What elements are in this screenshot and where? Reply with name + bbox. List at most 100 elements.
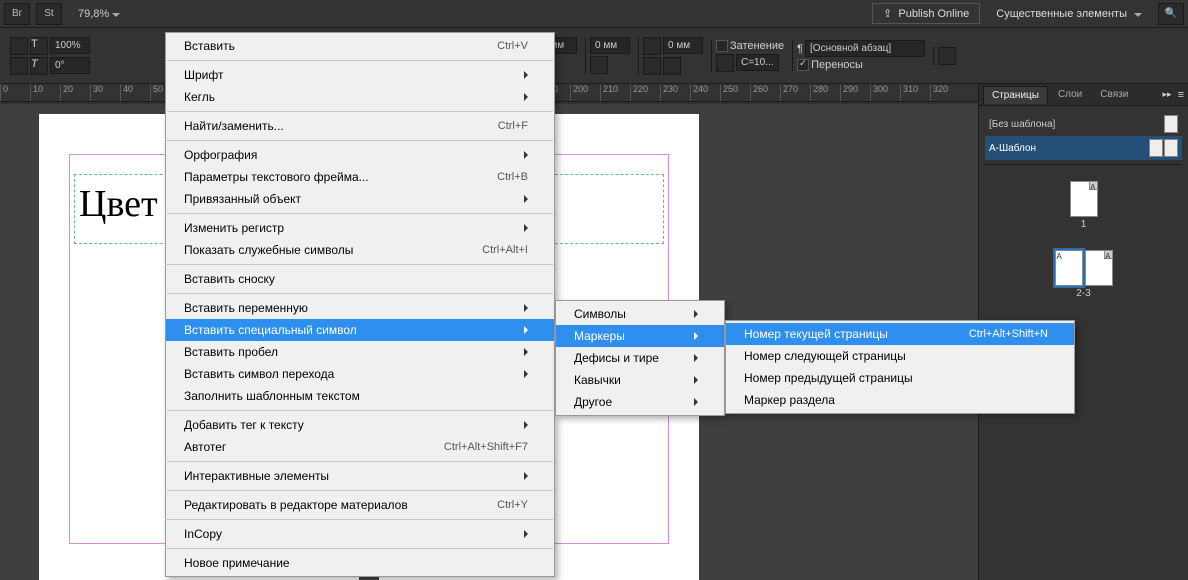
page-thumb[interactable]: A	[1070, 181, 1098, 217]
ruler-tick: 220	[630, 84, 660, 101]
page-title-text[interactable]: Цвет	[79, 182, 158, 226]
stock-icon[interactable]: St	[36, 3, 62, 25]
submenu-item-section-marker[interactable]: Маркер раздела	[726, 389, 1074, 411]
spread-label: 2-3	[1055, 288, 1113, 299]
margin-field-3[interactable]: 0 мм	[663, 37, 703, 54]
shading-checkbox[interactable]	[716, 40, 728, 52]
ruler-tick: 270	[780, 84, 810, 101]
search-icon[interactable]: 🔍	[1158, 3, 1184, 25]
master-a-row[interactable]: A-Шаблон	[985, 136, 1182, 160]
swatch-icon[interactable]	[716, 54, 734, 72]
font-size-field[interactable]: 100%	[50, 37, 90, 54]
workspace-dropdown[interactable]: Существенные элементы	[986, 8, 1152, 20]
hyphenate-checkbox[interactable]	[797, 59, 809, 71]
ruler-tick: 290	[840, 84, 870, 101]
hyphenate-label: Переносы	[811, 59, 863, 71]
submenu-special-char: Символы Маркеры Дефисы и тире Кавычки Др…	[555, 300, 725, 416]
master-label: A-Шаблон	[989, 143, 1036, 154]
ruler-tick: 210	[600, 84, 630, 101]
page-thumb[interactable]: A	[1085, 250, 1113, 286]
panel-menu-icon[interactable]	[938, 47, 956, 65]
spread-thumb-group[interactable]: A A 2-3	[1055, 250, 1113, 299]
para-style-field[interactable]: [Основной абзац]	[805, 40, 925, 57]
char-format-icon[interactable]	[10, 37, 28, 55]
page-thumb[interactable]: A	[1055, 250, 1083, 286]
chevron-down-icon	[1131, 8, 1142, 20]
menu-item-add-tag[interactable]: Добавить тег к тексту	[166, 414, 554, 436]
top-menubar: Br St 79,8% ⇪ Publish Online Существенны…	[0, 0, 1188, 28]
ruler-tick: 260	[750, 84, 780, 101]
baseline-icon[interactable]	[590, 56, 608, 74]
menu-item-spelling[interactable]: Орфография	[166, 144, 554, 166]
tab-layers[interactable]: Слои	[1050, 86, 1090, 103]
menu-item-show-hidden[interactable]: Показать служебные символыCtrl+Alt+I	[166, 239, 554, 261]
menu-item-new-note[interactable]: Новое примечание	[166, 552, 554, 574]
ruler-tick: 40	[120, 84, 150, 101]
menu-item-change-case[interactable]: Изменить регистр	[166, 217, 554, 239]
cell-style-field[interactable]: C=10...	[736, 54, 779, 71]
menu-item-size[interactable]: Кегль	[166, 86, 554, 108]
ruler-tick: 300	[870, 84, 900, 101]
margin-field-2[interactable]: 0 мм	[590, 37, 630, 54]
menu-separator	[167, 140, 553, 141]
master-thumb	[1164, 139, 1178, 157]
workspace-label: Существенные элементы	[996, 8, 1127, 20]
menu-separator	[167, 264, 553, 265]
pages-panel: [Без шаблона] A-Шаблон A 1 A A 2-3	[979, 106, 1188, 305]
master-thumb	[1149, 139, 1163, 157]
submenu-item-prev-page[interactable]: Номер предыдущей страницы	[726, 367, 1074, 389]
menu-separator	[167, 213, 553, 214]
menu-item-insert-special-char[interactable]: Вставить специальный символ	[166, 319, 554, 341]
submenu-item-hyphens[interactable]: Дефисы и тире	[556, 347, 724, 369]
ruler-tick: 240	[690, 84, 720, 101]
menu-separator	[167, 410, 553, 411]
page-thumb-group[interactable]: A 1	[1070, 181, 1098, 230]
menu-item-placeholder-text[interactable]: Заполнить шаблонным текстом	[166, 385, 554, 407]
submenu-item-quotes[interactable]: Кавычки	[556, 369, 724, 391]
menu-item-insert-whitespace[interactable]: Вставить пробел	[166, 341, 554, 363]
context-menu: ВставитьCtrl+V Шрифт Кегль Найти/заменит…	[165, 32, 555, 577]
submenu-item-other[interactable]: Другое	[556, 391, 724, 413]
menu-item-find-replace[interactable]: Найти/заменить...Ctrl+F	[166, 115, 554, 137]
ruler-tick: 30	[90, 84, 120, 101]
panel-menu-icon[interactable]: ≡	[1178, 89, 1184, 101]
angle-field[interactable]: 0°	[50, 57, 90, 74]
menu-item-edit-story[interactable]: Редактировать в редакторе материаловCtrl…	[166, 494, 554, 516]
submenu-item-next-page[interactable]: Номер следующей страницы	[726, 345, 1074, 367]
tab-pages[interactable]: Страницы	[983, 86, 1048, 104]
ruler-tick: 250	[720, 84, 750, 101]
italic-type-icon[interactable]: T	[30, 57, 48, 75]
menu-separator	[167, 461, 553, 462]
master-none-row[interactable]: [Без шаблона]	[985, 112, 1182, 136]
menu-separator	[167, 111, 553, 112]
space-before-icon[interactable]	[643, 37, 661, 55]
menu-item-interactive[interactable]: Интерактивные элементы	[166, 465, 554, 487]
menu-separator	[167, 519, 553, 520]
space-after-icon[interactable]	[643, 57, 661, 75]
menu-item-insert-footnote[interactable]: Вставить сноску	[166, 268, 554, 290]
submenu-item-current-page[interactable]: Номер текущей страницыCtrl+Alt+Shift+N	[726, 323, 1074, 345]
publish-label: Publish Online	[898, 8, 969, 20]
zoom-level[interactable]: 79,8%	[68, 8, 130, 20]
menu-item-font[interactable]: Шрифт	[166, 64, 554, 86]
pilcrow-icon: ¶	[797, 43, 803, 55]
menu-item-insert-variable[interactable]: Вставить переменную	[166, 297, 554, 319]
para-format-icon[interactable]	[10, 57, 28, 75]
menu-item-insert-break[interactable]: Вставить символ перехода	[166, 363, 554, 385]
master-thumb	[1164, 115, 1178, 133]
panel-tabs: Страницы Слои Связи ▸▸ ≡	[979, 84, 1188, 106]
submenu-item-markers[interactable]: Маркеры	[556, 325, 724, 347]
type-tool-icon[interactable]: T	[30, 37, 48, 55]
publish-online-button[interactable]: ⇪ Publish Online	[872, 3, 980, 24]
submenu-item-symbols[interactable]: Символы	[556, 303, 724, 325]
menu-item-incopy[interactable]: InCopy	[166, 523, 554, 545]
menu-item-paste[interactable]: ВставитьCtrl+V	[166, 35, 554, 57]
ruler-tick: 280	[810, 84, 840, 101]
menu-item-autotag[interactable]: АвтотегCtrl+Alt+Shift+F7	[166, 436, 554, 458]
columns-icon[interactable]	[663, 57, 681, 75]
menu-item-anchored-object[interactable]: Привязанный объект	[166, 188, 554, 210]
bridge-icon[interactable]: Br	[4, 3, 30, 25]
collapse-panel-icon[interactable]: ▸▸	[1163, 89, 1172, 100]
tab-links[interactable]: Связи	[1092, 86, 1136, 103]
menu-item-text-frame-options[interactable]: Параметры текстового фрейма...Ctrl+B	[166, 166, 554, 188]
